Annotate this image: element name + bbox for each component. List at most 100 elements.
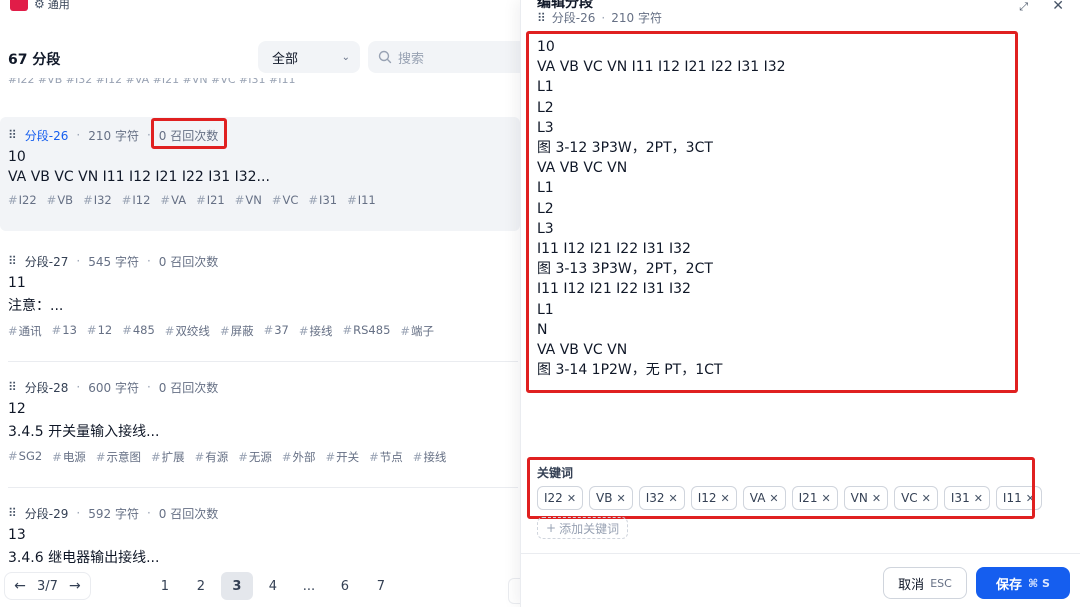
grid-icon: ⠿ xyxy=(8,380,17,394)
drawer-chars: 210 字符 xyxy=(611,11,662,25)
tab-general-label: 通用 xyxy=(47,0,70,11)
segment-tag: I12 xyxy=(122,193,150,207)
app-logo xyxy=(10,0,28,11)
segment-count-title: 67 分段 xyxy=(8,52,61,68)
segment-id: 分段-28 xyxy=(24,380,69,395)
drawer-meta: ⠿ 分段-26 · 210 字符 xyxy=(537,10,662,26)
page-stepper: ← 3/7 → xyxy=(4,572,91,600)
arrow-right-icon[interactable]: → xyxy=(64,575,86,597)
segment-tag: 无源 xyxy=(238,449,272,465)
plus-icon: + xyxy=(546,521,557,535)
page-number[interactable]: 4 xyxy=(257,572,289,600)
segment-content-editor[interactable]: 10 VA VB VC VN I11 I12 I21 I22 I31 I32 L… xyxy=(537,37,1017,380)
segment-card[interactable]: ⠿ 分段-29 · 592 字符 · 0 召回次数 13 3.4.6 继电器输出… xyxy=(0,503,520,565)
keyword-chip[interactable]: I32 ✕ xyxy=(638,486,685,510)
segment-tag: SG2 xyxy=(8,449,43,465)
segment-tag: I21 xyxy=(196,193,225,207)
save-button[interactable]: 保存 ⌘ S xyxy=(976,567,1070,599)
segment-recalls: 0 召回次数 xyxy=(158,254,219,269)
close-icon[interactable]: ✕ xyxy=(1052,0,1064,14)
arrow-left-icon[interactable]: ← xyxy=(9,575,31,597)
segment-tag: 通讯 xyxy=(8,323,42,339)
segment-card[interactable]: ⠿ 分段-27 · 545 字符 · 0 召回次数 11 注意：... 通讯 1… xyxy=(0,251,520,357)
segment-number: 10 xyxy=(8,149,26,165)
segment-preview: VA VB VC VN I11 I12 I21 I22 I31 I32... xyxy=(8,169,270,185)
segment-tag: VC xyxy=(272,193,299,207)
segment-recalls: 0 召回次数 xyxy=(158,506,219,521)
segment-number: 13 xyxy=(8,527,26,543)
keyword-chip[interactable]: VA ✕ xyxy=(742,486,786,510)
page-size-select[interactable] xyxy=(508,578,520,604)
footer-divider xyxy=(521,553,1080,554)
segment-meta: ⠿ 分段-27 · 545 字符 · 0 召回次数 xyxy=(8,254,219,269)
remove-icon[interactable]: ✕ xyxy=(1026,492,1035,505)
page-number[interactable]: 1 xyxy=(149,572,181,600)
segment-number: 12 xyxy=(8,401,26,417)
keyword-chip[interactable]: VB ✕ xyxy=(589,486,633,510)
segment-chars: 600 字符 xyxy=(88,380,139,395)
segment-tag: 13 xyxy=(52,323,77,339)
search-placeholder: 搜索 xyxy=(398,51,425,67)
remove-icon[interactable]: ✕ xyxy=(616,492,625,505)
page-current: 3/7 xyxy=(37,578,58,594)
keyword-chip[interactable]: I12 ✕ xyxy=(690,486,737,510)
filter-value: 全部 xyxy=(272,51,299,67)
keyword-chip[interactable]: I22 ✕ xyxy=(537,486,584,510)
status-filter-select[interactable]: 全部 ⌄ xyxy=(258,41,360,73)
segment-id: 分段-27 xyxy=(24,254,69,269)
tab-general[interactable]: ⚙ 通用 xyxy=(34,0,70,12)
segment-tag: 12 xyxy=(87,323,113,339)
segment-tag: RS485 xyxy=(343,323,390,339)
divider xyxy=(8,361,518,362)
divider xyxy=(8,487,518,488)
remove-icon[interactable]: ✕ xyxy=(769,492,778,505)
segment-preview: 注意：... xyxy=(8,298,64,314)
page-number[interactable]: 7 xyxy=(365,572,397,600)
segment-tag: 端子 xyxy=(400,323,434,339)
keyword-chip[interactable]: I11 ✕ xyxy=(995,486,1042,510)
search-icon xyxy=(378,50,392,64)
remove-icon[interactable]: ✕ xyxy=(669,492,678,505)
remove-icon[interactable]: ✕ xyxy=(922,492,931,505)
segment-card[interactable]: ⠿ 分段-26 · 210 字符 · 0 召回次数 10 VA VB VC VN… xyxy=(0,117,520,231)
segment-number: 11 xyxy=(8,275,26,291)
keyword-chip[interactable]: I21 ✕ xyxy=(791,486,838,510)
grid-icon: ⠿ xyxy=(537,10,546,25)
segment-tag: 接线 xyxy=(413,449,446,465)
segment-tag: I11 xyxy=(347,193,376,207)
remove-icon[interactable]: ✕ xyxy=(567,492,576,505)
shortcut-hint: ⌘ S xyxy=(1028,576,1050,590)
keyword-chip[interactable]: I31 ✕ xyxy=(943,486,990,510)
expand-icon[interactable]: ⤢ xyxy=(1019,0,1028,14)
drawer-segment-id: 分段-26 xyxy=(551,11,596,25)
segment-tags: SG2 电源 示意图 扩展 有源 无源 外部 开关 节点 接线 xyxy=(8,449,512,465)
segment-id: 分段-26 xyxy=(24,128,69,143)
segment-chars: 210 字符 xyxy=(88,128,139,143)
add-keyword-button[interactable]: + 添加关键词 xyxy=(537,517,629,539)
keyword-chip[interactable]: VC ✕ xyxy=(894,486,938,510)
segment-meta: ⠿ 分段-29 · 592 字符 · 0 召回次数 xyxy=(8,506,219,521)
segment-tag: I32 xyxy=(83,193,112,207)
remove-icon[interactable]: ✕ xyxy=(974,492,983,505)
page-number-current[interactable]: 3 xyxy=(220,572,253,600)
remove-icon[interactable]: ✕ xyxy=(821,492,830,505)
cancel-button[interactable]: 取消 ESC xyxy=(883,567,967,599)
segment-card[interactable]: ⠿ 分段-28 · 600 字符 · 0 召回次数 12 3.4.5 开关量输入… xyxy=(0,377,520,483)
page-number[interactable]: 2 xyxy=(185,572,217,600)
remove-icon[interactable]: ✕ xyxy=(721,492,730,505)
segment-tag: 屏蔽 xyxy=(220,323,254,339)
grid-icon: ⠿ xyxy=(8,254,17,268)
search-input[interactable]: 搜索 xyxy=(368,41,520,73)
segment-tag: 37 xyxy=(264,323,289,339)
page-ellipsis: ... xyxy=(302,578,316,594)
segment-chars: 592 字符 xyxy=(88,506,139,521)
segment-tag: 接线 xyxy=(299,323,333,339)
segment-tag: 有源 xyxy=(195,449,228,465)
keyword-chip[interactable]: VN ✕ xyxy=(843,486,889,510)
remove-icon[interactable]: ✕ xyxy=(872,492,881,505)
segment-preview: 3.4.6 继电器输出接线... xyxy=(8,550,160,565)
segment-tags: 通讯 13 12 485 双绞线 屏蔽 37 接线 RS485 端子 xyxy=(8,323,512,339)
page-number[interactable]: 6 xyxy=(329,572,361,600)
segment-tag: 开关 xyxy=(326,449,359,465)
pagination: ← 3/7 → 1 2 3 4 ... 6 7 xyxy=(0,565,520,607)
